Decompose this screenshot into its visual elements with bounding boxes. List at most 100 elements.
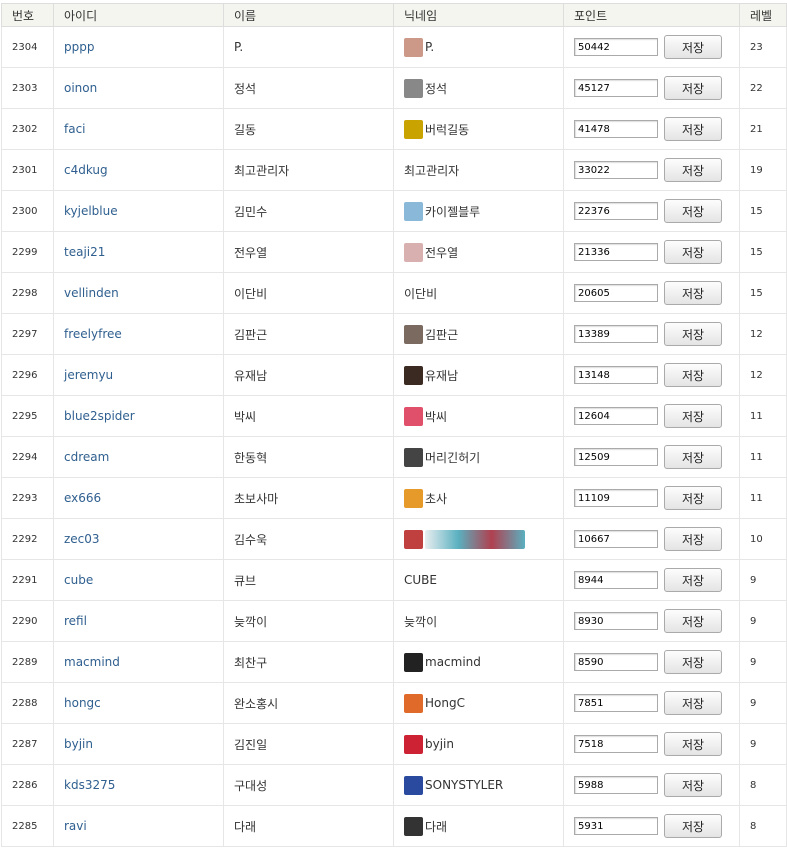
row-no: 2288	[1, 682, 54, 724]
point-input[interactable]	[574, 448, 658, 466]
row-nickname-cell: 김판근	[393, 313, 564, 355]
table-row: 2301 c4dkug 최고관리자 최고관리자 저장 19	[1, 149, 787, 191]
user-id-link[interactable]: cdream	[64, 450, 109, 464]
row-name: P.	[223, 26, 394, 68]
save-button[interactable]: 저장	[664, 76, 722, 100]
row-point-cell: 저장	[563, 190, 740, 232]
save-button[interactable]: 저장	[664, 691, 722, 715]
row-nickname-cell: CUBE	[393, 559, 564, 601]
save-button[interactable]: 저장	[664, 814, 722, 838]
row-id-cell: kyjelblue	[53, 190, 224, 232]
point-input[interactable]	[574, 325, 658, 343]
point-input[interactable]	[574, 284, 658, 302]
point-input[interactable]	[574, 243, 658, 261]
user-id-link[interactable]: vellinden	[64, 286, 119, 300]
row-point-cell: 저장	[563, 354, 740, 396]
point-input[interactable]	[574, 571, 658, 589]
user-id-link[interactable]: byjin	[64, 737, 93, 751]
save-button[interactable]: 저장	[664, 527, 722, 551]
point-input[interactable]	[574, 407, 658, 425]
row-level: 9	[739, 641, 787, 683]
save-button[interactable]: 저장	[664, 568, 722, 592]
row-nickname-cell: macmind	[393, 641, 564, 683]
user-id-link[interactable]: pppp	[64, 40, 94, 54]
row-name: 박씨	[223, 395, 394, 437]
row-nickname-cell: 늦깍이	[393, 600, 564, 642]
row-id-cell: blue2spider	[53, 395, 224, 437]
save-button[interactable]: 저장	[664, 117, 722, 141]
point-input[interactable]	[574, 489, 658, 507]
header-nickname: 닉네임	[393, 3, 564, 27]
row-level: 8	[739, 805, 787, 847]
avatar-icon	[404, 734, 423, 754]
row-point-cell: 저장	[563, 272, 740, 314]
row-nickname-cell: SONYSTYLER	[393, 764, 564, 806]
save-button[interactable]: 저장	[664, 404, 722, 428]
user-id-link[interactable]: freelyfree	[64, 327, 122, 341]
user-id-link[interactable]: blue2spider	[64, 409, 135, 423]
member-rows: 2304 pppp P. P. 저장 23 2303 oinon 정석 정석 저…	[1, 26, 787, 847]
point-input[interactable]	[574, 202, 658, 220]
point-input[interactable]	[574, 530, 658, 548]
point-input[interactable]	[574, 79, 658, 97]
avatar-icon	[404, 365, 423, 385]
save-button[interactable]: 저장	[664, 445, 722, 469]
point-input[interactable]	[574, 653, 658, 671]
row-level: 9	[739, 559, 787, 601]
save-button[interactable]: 저장	[664, 281, 722, 305]
save-button[interactable]: 저장	[664, 322, 722, 346]
user-id-link[interactable]: jeremyu	[64, 368, 113, 382]
save-button[interactable]: 저장	[664, 650, 722, 674]
row-id-cell: c4dkug	[53, 149, 224, 191]
row-id-cell: cdream	[53, 436, 224, 478]
save-button[interactable]: 저장	[664, 609, 722, 633]
user-id-link[interactable]: faci	[64, 122, 86, 136]
row-level: 15	[739, 272, 787, 314]
user-id-link[interactable]: ex666	[64, 491, 101, 505]
point-input[interactable]	[574, 120, 658, 138]
row-point-cell: 저장	[563, 477, 740, 519]
point-input[interactable]	[574, 817, 658, 835]
user-id-link[interactable]: hongc	[64, 696, 101, 710]
row-id-cell: pppp	[53, 26, 224, 68]
row-id-cell: jeremyu	[53, 354, 224, 396]
save-button[interactable]: 저장	[664, 240, 722, 264]
avatar-icon	[404, 78, 423, 98]
user-id-link[interactable]: ravi	[64, 819, 87, 833]
point-input[interactable]	[574, 694, 658, 712]
row-no: 2289	[1, 641, 54, 683]
point-input[interactable]	[574, 161, 658, 179]
table-row: 2287 byjin 김진일 byjin 저장 9	[1, 723, 787, 765]
save-button[interactable]: 저장	[664, 363, 722, 387]
point-input[interactable]	[574, 776, 658, 794]
user-id-link[interactable]: cube	[64, 573, 93, 587]
member-table: 번호 아이디 이름 닉네임 포인트 레벨 2304 pppp P. P. 저장 …	[1, 3, 787, 847]
row-name: 유재남	[223, 354, 394, 396]
user-id-link[interactable]: c4dkug	[64, 163, 108, 177]
user-id-link[interactable]: refil	[64, 614, 87, 628]
row-level: 15	[739, 231, 787, 273]
row-no: 2292	[1, 518, 54, 560]
row-nickname-cell: HongC	[393, 682, 564, 724]
row-level: 12	[739, 313, 787, 355]
save-button[interactable]: 저장	[664, 158, 722, 182]
user-id-link[interactable]: macmind	[64, 655, 120, 669]
row-no: 2299	[1, 231, 54, 273]
save-button[interactable]: 저장	[664, 35, 722, 59]
save-button[interactable]: 저장	[664, 199, 722, 223]
point-input[interactable]	[574, 38, 658, 56]
user-id-link[interactable]: oinon	[64, 81, 97, 95]
point-input[interactable]	[574, 612, 658, 630]
row-point-cell: 저장	[563, 682, 740, 724]
avatar-icon	[404, 775, 423, 795]
point-input[interactable]	[574, 366, 658, 384]
user-id-link[interactable]: kds3275	[64, 778, 115, 792]
save-button[interactable]: 저장	[664, 486, 722, 510]
save-button[interactable]: 저장	[664, 732, 722, 756]
user-id-link[interactable]: teaji21	[64, 245, 105, 259]
row-nickname-cell: 박씨	[393, 395, 564, 437]
user-id-link[interactable]: kyjelblue	[64, 204, 118, 218]
user-id-link[interactable]: zec03	[64, 532, 100, 546]
point-input[interactable]	[574, 735, 658, 753]
save-button[interactable]: 저장	[664, 773, 722, 797]
